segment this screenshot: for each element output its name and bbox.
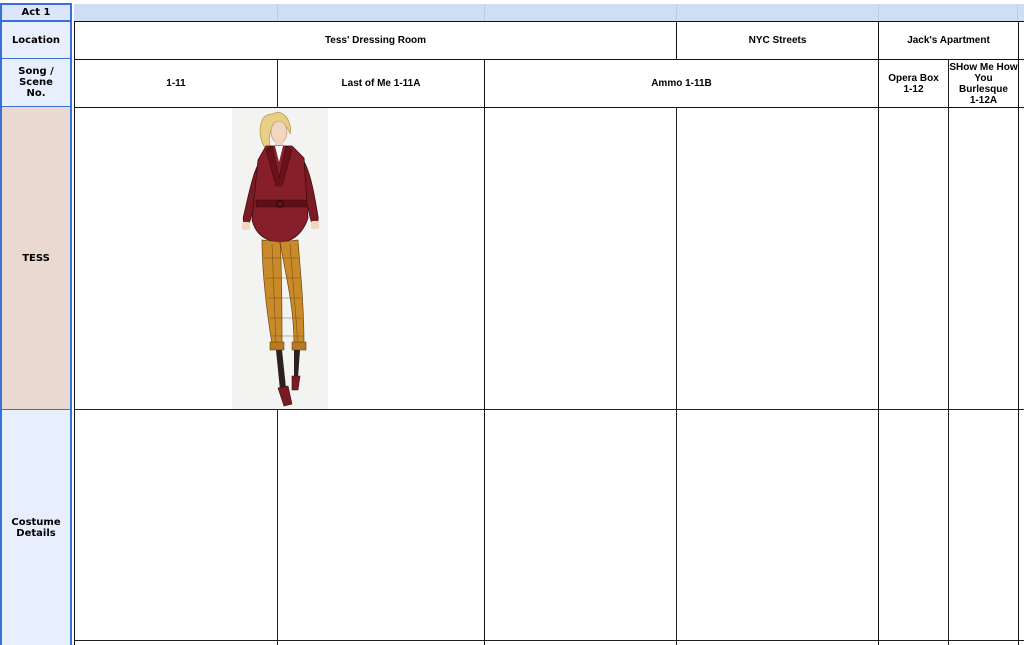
- scene-last-of-me: Last of Me 1-11A: [341, 78, 421, 89]
- costume-cell-ammo-b[interactable]: [677, 410, 878, 640]
- location-cell-dressing-room[interactable]: Tess' Dressing Room: [75, 22, 676, 59]
- costume-cell-opera-box[interactable]: [879, 410, 948, 640]
- tess-cell-opera-box[interactable]: [879, 108, 948, 409]
- song-scene-header-line1: Song / Scene: [18, 66, 54, 88]
- scene-cell-ammo[interactable]: Ammo 1-11B: [485, 60, 878, 107]
- act-label-cell[interactable]: Act 1: [0, 3, 72, 22]
- scene-cell-opera-box[interactable]: Opera Box 1-12: [879, 60, 948, 107]
- strip-divider: [676, 4, 677, 21]
- act-label: Act 1: [21, 7, 51, 18]
- location-nyc-streets: NYC Streets: [748, 35, 807, 46]
- location-cell-jacks-apartment[interactable]: Jack's Apartment: [879, 22, 1018, 59]
- song-scene-header-line2: No.: [26, 88, 46, 99]
- scene-cell-show-me-how[interactable]: SHow Me How You Burlesque 1-12A: [949, 60, 1018, 107]
- location-header: Location: [11, 34, 61, 46]
- costume-cell-last-of-me[interactable]: [278, 410, 484, 640]
- tess-header: TESS: [22, 252, 50, 264]
- scene-show-me-how-line1: SHow Me How: [949, 61, 1018, 73]
- scene-cell-1-11[interactable]: 1-11: [75, 60, 277, 107]
- location-jacks-apartment: Jack's Apartment: [907, 35, 990, 46]
- tess-cell-ammo-a[interactable]: [485, 108, 676, 409]
- scene-show-me-how-line4: 1-12A: [969, 94, 998, 106]
- scene-ammo: Ammo 1-11B: [651, 78, 712, 89]
- song-scene-header-cell[interactable]: Song / Scene No.: [0, 59, 72, 107]
- scene-show-me-how-line3: Burlesque: [959, 83, 1008, 95]
- costume-sketch-image[interactable]: [232, 108, 328, 409]
- costume-cell-ammo-a[interactable]: [485, 410, 676, 640]
- costume-cell-show-me-how[interactable]: [949, 410, 1018, 640]
- grid-line: [1018, 21, 1019, 645]
- scene-1-11: 1-11: [166, 78, 186, 89]
- strip-divider: [277, 4, 278, 21]
- costume-details-header-line2: Details: [16, 527, 56, 539]
- grid-line: [74, 640, 1024, 641]
- strip-divider: [484, 4, 485, 21]
- costume-sketch-figure: [242, 111, 319, 407]
- scene-opera-box-line2: 1-12: [903, 83, 924, 95]
- location-header-cell[interactable]: Location: [0, 22, 72, 59]
- costume-cell-1-11[interactable]: [75, 410, 277, 640]
- header-strip: [74, 4, 1024, 21]
- scene-cell-last-of-me[interactable]: Last of Me 1-11A: [278, 60, 484, 107]
- tess-cell-ammo-b[interactable]: [677, 108, 878, 409]
- tess-header-cell[interactable]: TESS: [0, 107, 72, 410]
- location-cell-nyc-streets[interactable]: NYC Streets: [677, 22, 878, 59]
- costume-details-header-cell[interactable]: Costume Details: [0, 410, 72, 645]
- tess-cell-show-me-how[interactable]: [949, 108, 1018, 409]
- scene-show-me-how-line2: You: [974, 72, 993, 84]
- scene-opera-box-line1: Opera Box: [888, 72, 939, 84]
- strip-divider: [878, 4, 879, 21]
- strip-divider: [1017, 4, 1018, 21]
- location-dressing-room: Tess' Dressing Room: [324, 35, 427, 46]
- costume-details-header-line1: Costume: [11, 516, 61, 528]
